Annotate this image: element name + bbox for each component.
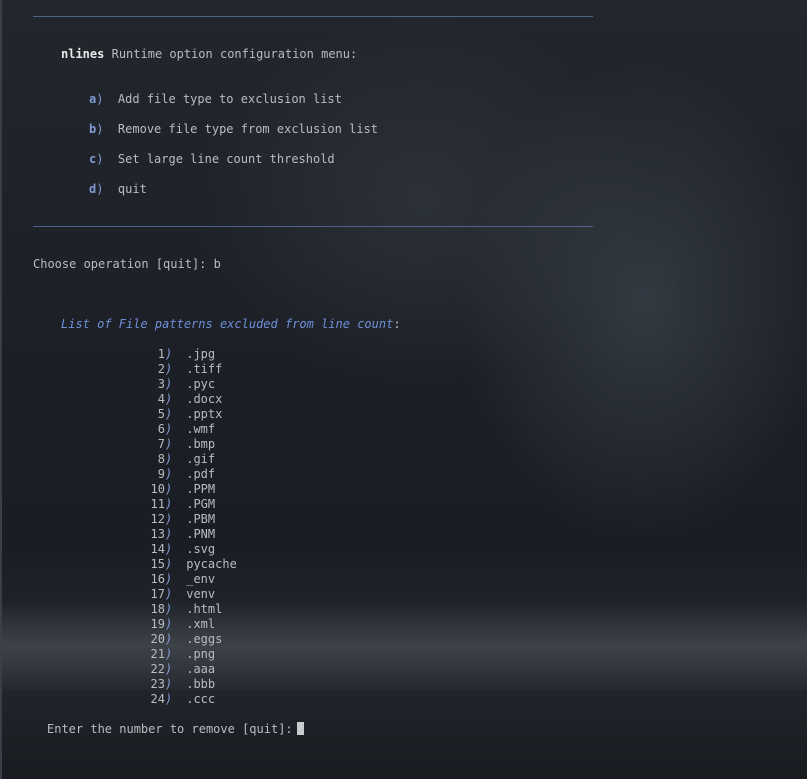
- list-item-pattern: .xml: [186, 617, 216, 631]
- list-item-pattern: .html: [186, 602, 223, 616]
- choose-operation-prompt: Choose operation [quit]: b: [33, 257, 221, 272]
- remove-prompt: Enter the number to remove [quit]:: [47, 722, 304, 737]
- list-item: 22) .aaa: [139, 662, 216, 677]
- menu-item-c: c) Set large line count threshold: [89, 152, 335, 166]
- list-item-number: 22: [150, 662, 165, 676]
- list-item-number: 11: [150, 497, 165, 511]
- list-item: 19) .xml: [139, 617, 216, 632]
- list-item-pattern: .aaa: [186, 662, 216, 676]
- list-item-number: 9: [157, 467, 165, 481]
- list-item-pattern: .wmf: [186, 422, 216, 436]
- menu-item-b: b) Remove file type from exclusion list: [89, 122, 379, 136]
- list-item: 7) .bmp: [139, 437, 215, 452]
- list-item: 21) .png: [139, 647, 216, 662]
- list-item: 16) _env: [139, 572, 216, 587]
- list-item-pattern: .bmp: [186, 437, 216, 451]
- remove-prompt-label: Enter the number to remove [quit]:: [47, 722, 293, 736]
- exclusion-list-title: List of File patterns excluded from line…: [61, 317, 394, 331]
- list-item-pattern: .docx: [186, 392, 223, 406]
- app-name: nlines: [61, 47, 105, 61]
- list-item-pattern: pycache: [186, 557, 237, 571]
- list-item-number: 24: [150, 692, 165, 706]
- menu-item-a: a) Add file type to exclusion list: [89, 92, 342, 106]
- list-item-number: 1: [157, 347, 165, 361]
- list-item-pattern: .pyc: [186, 377, 216, 391]
- top-divider: [33, 16, 593, 17]
- choose-value: b: [213, 257, 221, 271]
- list-item: 2) .tiff: [139, 362, 223, 377]
- list-item-number: 23: [150, 677, 165, 691]
- exclusion-list-heading: List of File patterns excluded from line…: [61, 317, 401, 331]
- list-item-number: 18: [150, 602, 165, 616]
- list-item-number: 7: [157, 437, 165, 451]
- background-wallpaper: [2, 600, 807, 690]
- list-item-number: 8: [157, 452, 165, 466]
- list-item-pattern: .pptx: [186, 407, 223, 421]
- list-item-pattern: .svg: [186, 542, 216, 556]
- bottom-divider: [33, 226, 593, 227]
- list-item: 15) pycache: [139, 557, 237, 572]
- list-item-pattern: .eggs: [186, 632, 223, 646]
- list-item: 13) .PNM: [139, 527, 216, 542]
- list-item-number: 19: [150, 617, 165, 631]
- terminal-window[interactable]: nlines Runtime option configuration menu…: [0, 0, 807, 779]
- list-item: 1) .jpg: [139, 347, 215, 362]
- menu-header: nlines Runtime option configuration menu…: [61, 47, 357, 62]
- list-item-pattern: .ccc: [186, 692, 216, 706]
- list-item-pattern: .tiff: [186, 362, 223, 376]
- list-item-number: 2: [157, 362, 165, 376]
- list-item: 8) .gif: [139, 452, 215, 467]
- menu-title: Runtime option configuration menu:: [111, 47, 358, 61]
- list-item: 17) venv: [139, 587, 216, 602]
- list-item-number: 21: [150, 647, 165, 661]
- list-item-number: 4: [157, 392, 165, 406]
- list-item-number: 20: [150, 632, 165, 646]
- list-item-pattern: .PGM: [186, 497, 216, 511]
- list-item-pattern: .PNM: [186, 527, 216, 541]
- list-item-number: 17: [150, 587, 165, 601]
- list-item-number: 16: [150, 572, 165, 586]
- list-item-pattern: venv: [186, 587, 216, 601]
- list-item-pattern: .gif: [186, 452, 216, 466]
- list-item-number: 3: [157, 377, 165, 391]
- menu-item-label: quit: [117, 182, 147, 196]
- list-item: 18) .html: [139, 602, 223, 617]
- list-item-number: 10: [150, 482, 165, 496]
- menu-item-label: Remove file type from exclusion list: [117, 122, 379, 136]
- list-item: 3) .pyc: [139, 377, 215, 392]
- list-item: 6) .wmf: [139, 422, 215, 437]
- list-item-number: 14: [150, 542, 165, 556]
- list-item: 4) .docx: [139, 392, 223, 407]
- list-item-number: 12: [150, 512, 165, 526]
- text-cursor[interactable]: [296, 722, 304, 735]
- list-item-pattern: .PPM: [186, 482, 216, 496]
- list-item-number: 15: [150, 557, 165, 571]
- list-item-pattern: _env: [186, 572, 216, 586]
- list-item: 10) .PPM: [139, 482, 216, 497]
- list-item: 23) .bbb: [139, 677, 216, 692]
- list-item-pattern: .PBM: [186, 512, 216, 526]
- list-item: 20) .eggs: [139, 632, 223, 647]
- list-item-pattern: .pdf: [186, 467, 216, 481]
- list-item-number: 13: [150, 527, 165, 541]
- menu-item-label: Set large line count threshold: [117, 152, 335, 166]
- list-item: 24) .ccc: [139, 692, 216, 707]
- menu-item-label: Add file type to exclusion list: [117, 92, 342, 106]
- list-item: 11) .PGM: [139, 497, 216, 512]
- list-item-pattern: .png: [186, 647, 216, 661]
- list-item-number: 6: [157, 422, 165, 436]
- list-item-pattern: .bbb: [186, 677, 216, 691]
- list-item: 9) .pdf: [139, 467, 215, 482]
- list-item-pattern: .jpg: [186, 347, 216, 361]
- list-item-number: 5: [157, 407, 165, 421]
- list-item: 14) .svg: [139, 542, 216, 557]
- choose-label: Choose operation [quit]:: [33, 257, 207, 271]
- menu-item-d: d) quit: [89, 182, 147, 196]
- list-item: 5) .pptx: [139, 407, 223, 422]
- list-item: 12) .PBM: [139, 512, 216, 527]
